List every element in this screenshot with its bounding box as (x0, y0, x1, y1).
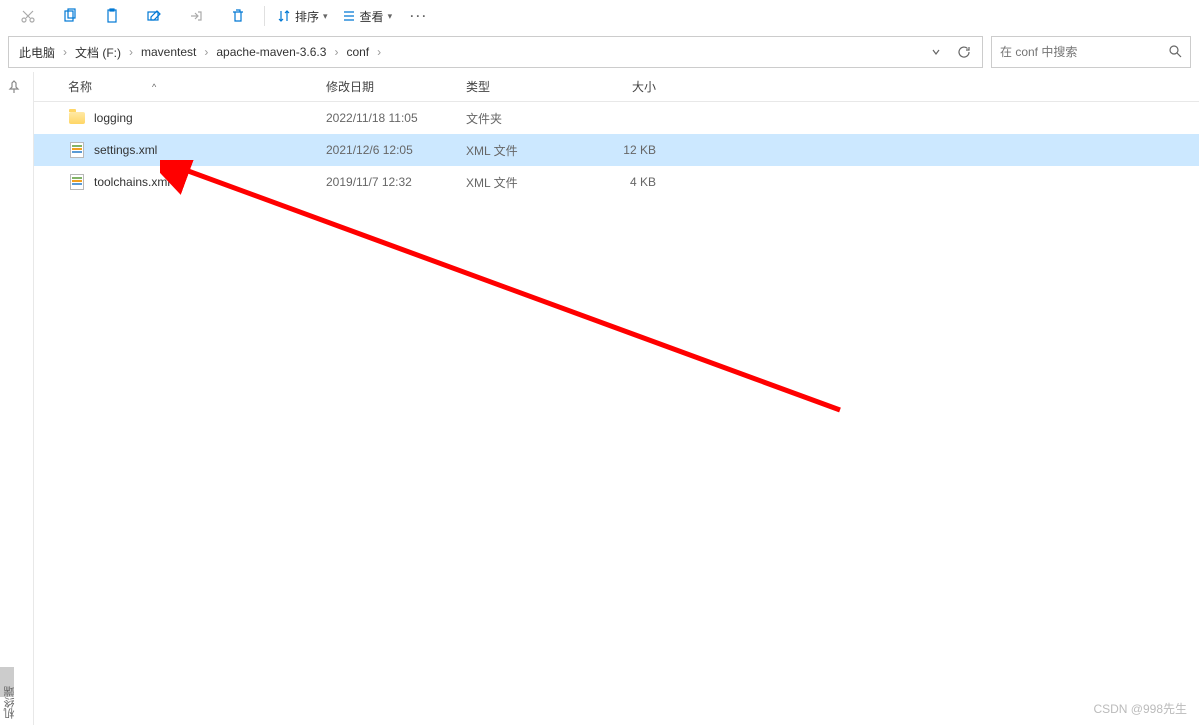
refresh-button[interactable] (950, 37, 978, 67)
file-date: 2019/11/7 12:32 (326, 175, 466, 189)
file-list: logging2022/11/18 11:05文件夹settings.xml20… (34, 102, 1199, 725)
file-type: 文件夹 (466, 110, 586, 127)
file-date: 2021/12/6 12:05 (326, 143, 466, 157)
copy-button[interactable] (50, 2, 90, 30)
watermark: CSDN @998先生 (1093, 700, 1187, 717)
column-type[interactable]: 类型 (466, 78, 586, 95)
sort-label: 排序 (295, 8, 319, 25)
chevron-down-icon: ▾ (323, 11, 328, 22)
column-size[interactable]: 大小 (586, 78, 656, 95)
file-name: toolchains.xml (94, 175, 326, 189)
column-headers: 名称 ^ 修改日期 类型 大小 (34, 72, 1199, 102)
separator (264, 6, 265, 26)
chevron-right-icon: › (127, 45, 135, 59)
file-type: XML 文件 (466, 174, 586, 191)
file-size: 12 KB (586, 143, 656, 157)
paste-button[interactable] (92, 2, 132, 30)
left-sidebar (0, 72, 34, 725)
bottom-label: 机终端 (0, 684, 20, 721)
pin-icon[interactable] (7, 80, 27, 100)
chevron-right-icon: › (202, 45, 210, 59)
rename-button[interactable] (134, 2, 174, 30)
breadcrumb[interactable]: 此电脑 › 文档 (F:) › maventest › apache-maven… (8, 36, 983, 68)
search-input[interactable] (1000, 45, 1168, 59)
breadcrumb-item[interactable]: conf (340, 37, 375, 67)
folder-icon (68, 109, 86, 127)
column-date[interactable]: 修改日期 (326, 78, 466, 95)
xml-file-icon (68, 141, 86, 159)
view-button[interactable]: 查看 ▾ (336, 2, 399, 30)
xml-file-icon (68, 173, 86, 191)
toolbar: 排序 ▾ 查看 ▾ ··· (0, 0, 1199, 32)
file-size: 4 KB (586, 175, 656, 189)
breadcrumb-item[interactable]: apache-maven-3.6.3 (210, 37, 332, 67)
address-bar-row: 此电脑 › 文档 (F:) › maventest › apache-maven… (0, 32, 1199, 72)
chevron-right-icon: › (375, 45, 383, 59)
chevron-right-icon: › (61, 45, 69, 59)
delete-button[interactable] (218, 2, 258, 30)
file-row[interactable]: toolchains.xml2019/11/7 12:32XML 文件4 KB (34, 166, 1199, 198)
file-name: logging (94, 111, 326, 125)
sort-button[interactable]: 排序 ▾ (271, 2, 334, 30)
cut-button[interactable] (8, 2, 48, 30)
file-row[interactable]: settings.xml2021/12/6 12:05XML 文件12 KB (34, 134, 1199, 166)
file-type: XML 文件 (466, 142, 586, 159)
search-icon[interactable] (1168, 44, 1182, 61)
history-dropdown[interactable] (922, 37, 950, 67)
file-name: settings.xml (94, 143, 326, 157)
column-name[interactable]: 名称 ^ (68, 78, 326, 95)
more-button[interactable]: ··· (400, 9, 438, 23)
file-content: 名称 ^ 修改日期 类型 大小 logging2022/11/18 11:05文… (34, 72, 1199, 725)
share-button[interactable] (176, 2, 216, 30)
view-label: 查看 (360, 8, 384, 25)
chevron-down-icon: ▾ (388, 11, 393, 22)
search-box[interactable] (991, 36, 1191, 68)
main-area: 名称 ^ 修改日期 类型 大小 logging2022/11/18 11:05文… (0, 72, 1199, 725)
chevron-right-icon: › (332, 45, 340, 59)
file-date: 2022/11/18 11:05 (326, 111, 466, 125)
breadcrumb-item[interactable]: 此电脑 (13, 37, 61, 67)
file-row[interactable]: logging2022/11/18 11:05文件夹 (34, 102, 1199, 134)
sort-indicator-icon: ^ (152, 82, 156, 92)
breadcrumb-item[interactable]: 文档 (F:) (69, 37, 127, 67)
breadcrumb-item[interactable]: maventest (135, 37, 202, 67)
